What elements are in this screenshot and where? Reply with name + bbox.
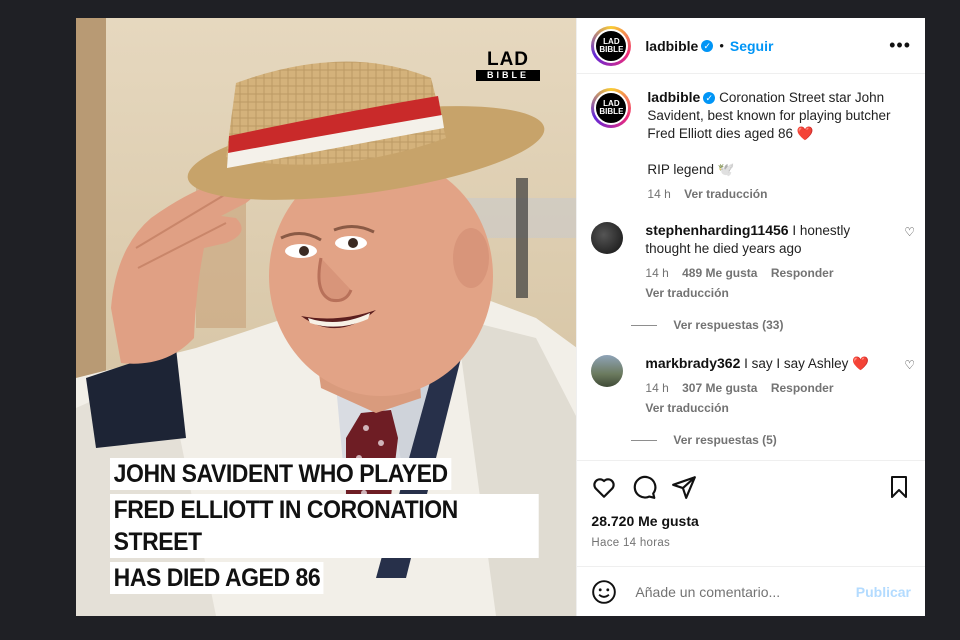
comment-time: 14 h: [645, 266, 669, 280]
comment-translate: Ver traducción: [645, 284, 885, 302]
comment-meta: 14 h 307 Me gusta Responder: [645, 379, 885, 397]
caption-second-line: RIP legend 🕊️: [647, 161, 911, 179]
comment-translate-link[interactable]: Ver traducción: [645, 286, 728, 300]
heart-emoji: ❤️: [852, 356, 869, 371]
divider: [631, 439, 658, 441]
share-icon[interactable]: [671, 474, 697, 500]
action-icons: [591, 461, 911, 513]
separator-dot: •: [719, 38, 724, 53]
post-side-panel: LAD BIBLE ladbible ✓ • Seguir ••• LAD BI…: [576, 18, 925, 616]
publish-button[interactable]: Publicar: [856, 584, 911, 600]
comment-like-icon[interactable]: ♡: [904, 225, 915, 239]
post-actions: 28.720 Me gusta Hace 14 horas: [577, 460, 925, 549]
comments-section[interactable]: LAD BIBLE ladbible ✓ Coronation Street st…: [577, 74, 925, 459]
comment-body: stephenharding11456 I honestly thought h…: [645, 221, 885, 302]
dove-emoji: 🕊️: [717, 162, 735, 177]
image-headline: JOHN SAVIDENT WHO PLAYED FRED ELLIOTT IN…: [110, 458, 576, 598]
comment-translate: Ver traducción: [645, 399, 885, 417]
reply-button[interactable]: Responder: [771, 266, 834, 280]
comment-username[interactable]: stephenharding11456: [645, 222, 788, 238]
comment-likes[interactable]: 489 Me gusta: [682, 266, 757, 280]
bookmark-icon[interactable]: [887, 474, 911, 500]
view-replies-button[interactable]: Ver respuestas (33): [631, 318, 925, 332]
headline-line-1: JOHN SAVIDENT WHO PLAYED: [110, 458, 452, 490]
comment-translate-link[interactable]: Ver traducción: [645, 401, 728, 415]
comment-item: stephenharding11456 I honestly thought h…: [577, 221, 925, 302]
caption-body: ladbible ✓ Coronation Street star John Sa…: [647, 88, 911, 203]
heart-icon[interactable]: [591, 474, 617, 500]
emoji-icon[interactable]: [591, 579, 617, 605]
caption-time: 14 h: [647, 187, 671, 201]
add-comment-bar: Publicar: [577, 566, 925, 616]
comment-avatar[interactable]: [591, 222, 624, 254]
comment-input[interactable]: [633, 582, 856, 601]
comment-icon[interactable]: [631, 474, 657, 500]
follow-button[interactable]: Seguir: [730, 38, 774, 54]
heart-emoji: ❤️: [796, 126, 814, 141]
comment-body: markbrady362 I say I say Ashley ❤️ 14 h …: [645, 354, 885, 417]
comment-like-icon[interactable]: ♡: [904, 358, 915, 372]
comment-time: 14 h: [645, 381, 669, 395]
logo-line-1: LAD: [486, 49, 530, 70]
comment-avatar[interactable]: [591, 355, 624, 387]
logo-line-2: BIBLE: [476, 70, 540, 81]
divider: [631, 324, 658, 326]
comment-likes[interactable]: 307 Me gusta: [682, 381, 757, 395]
comment-meta: 14 h 489 Me gusta Responder: [645, 264, 885, 282]
avatar[interactable]: LAD BIBLE: [591, 25, 632, 66]
view-replies-label: Ver respuestas (33): [673, 318, 784, 332]
verified-icon: ✓: [701, 39, 714, 52]
headline-line-2: FRED ELLIOTT IN CORONATION STREET: [110, 494, 540, 558]
avatar-text: LAD BIBLE: [594, 28, 629, 63]
comment-item: markbrady362 I say I say Ashley ❤️ 14 h …: [577, 354, 925, 417]
ladbible-watermark-logo: LAD BIBLE: [476, 50, 540, 81]
caption-translate-link[interactable]: Ver traducción: [684, 187, 767, 201]
username-link[interactable]: ladbible: [645, 38, 698, 54]
comment-username[interactable]: markbrady362: [645, 355, 740, 371]
post-image[interactable]: LAD BIBLE JOHN SAVIDENT WHO PLAYED FRED …: [76, 18, 577, 616]
headline-line-3: HAS DIED AGED 86: [110, 562, 324, 594]
more-icon[interactable]: •••: [889, 35, 911, 56]
view-replies-button[interactable]: Ver respuestas (5): [631, 433, 925, 447]
view-replies-label: Ver respuestas (5): [673, 433, 777, 447]
caption-rip: RIP legend: [647, 162, 714, 177]
caption-username[interactable]: ladbible: [647, 89, 700, 105]
post-timestamp: Hace 14 horas: [591, 537, 671, 549]
caption-avatar[interactable]: LAD BIBLE: [591, 88, 632, 128]
caption: LAD BIBLE ladbible ✓ Coronation Street st…: [577, 74, 925, 203]
like-count[interactable]: 28.720 Me gusta: [591, 513, 911, 529]
post-header: LAD BIBLE ladbible ✓ • Seguir •••: [577, 18, 925, 74]
caption-meta: 14 h Ver traducción: [647, 185, 911, 203]
caption-avatar-text: LAD BIBLE: [594, 91, 629, 125]
reply-button[interactable]: Responder: [771, 381, 834, 395]
comment-text: I say I say Ashley: [744, 356, 849, 371]
instagram-post: LAD BIBLE JOHN SAVIDENT WHO PLAYED FRED …: [76, 18, 925, 616]
verified-icon: ✓: [703, 92, 716, 105]
